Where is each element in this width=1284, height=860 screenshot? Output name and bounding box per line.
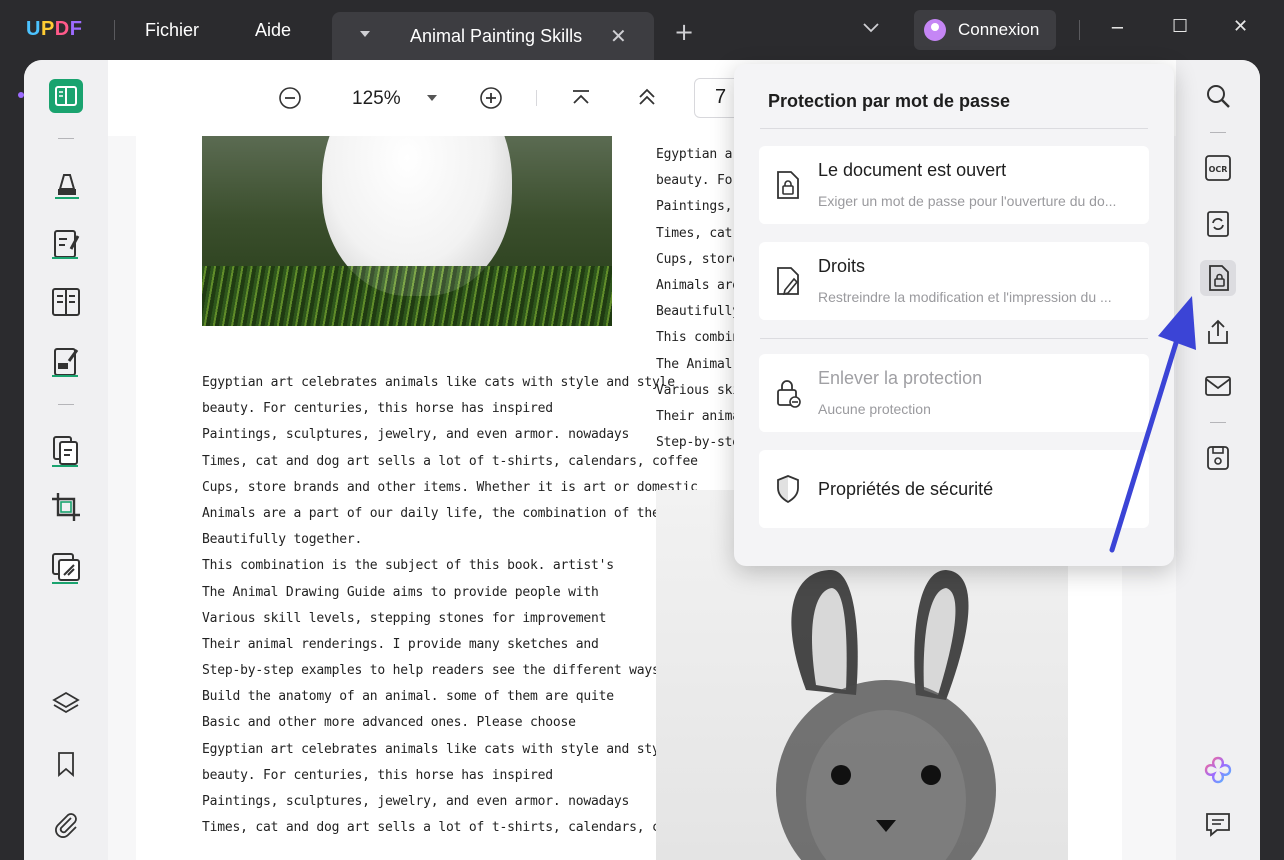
attachment-icon[interactable] (48, 806, 84, 842)
text-column-left: Egyptian art celebrates animals like cat… (202, 370, 698, 841)
sidebar-divider (1210, 132, 1226, 133)
comment-highlighter-icon[interactable] (48, 166, 84, 202)
sidebar-divider (58, 138, 74, 139)
open-password-option[interactable]: Le document est ouvert Exiger un mot de … (759, 146, 1149, 224)
tabs-list-chevron-icon[interactable] (862, 22, 880, 34)
svg-text:OCR: OCR (1209, 165, 1228, 174)
option-title: Le document est ouvert (818, 160, 1007, 180)
text-line: This combination is the subject of this … (202, 558, 614, 574)
convert-icon[interactable] (1200, 206, 1236, 242)
bookmark-icon[interactable] (48, 746, 84, 782)
option-title: Propriétés de sécurité (818, 479, 994, 499)
document-lock-icon (777, 171, 799, 199)
option-subtitle: Restreindre la modification et l'impress… (818, 289, 1112, 305)
reader-icon[interactable] (48, 78, 84, 114)
password-protection-menu: Protection par mot de passe Le document … (734, 64, 1174, 566)
zoom-out-icon[interactable] (278, 86, 302, 110)
login-button[interactable]: Connexion (914, 10, 1056, 50)
layers-icon[interactable] (48, 686, 84, 722)
text-line: Paintings, sculptures, jewelry, and even… (202, 794, 630, 809)
zoom-dropdown-icon[interactable] (426, 94, 438, 102)
previous-page-icon[interactable] (636, 86, 658, 108)
ai-assistant-icon[interactable] (1200, 752, 1236, 788)
unlock-remove-icon (777, 380, 801, 408)
text-line: Paintings, sculptures, jewelry, and even… (202, 427, 630, 443)
menu-divider (760, 338, 1148, 339)
fill-sign-icon[interactable] (48, 344, 84, 380)
menu-title: Protection par mot de passe (768, 91, 1011, 111)
protect-icon[interactable] (1200, 260, 1236, 296)
sidebar-divider (58, 404, 74, 405)
menu-help[interactable]: Aide (255, 20, 291, 41)
zoom-level[interactable]: 125% (352, 88, 401, 110)
menu-divider (760, 128, 1148, 129)
remove-protection-option[interactable]: Enlever la protection Aucune protection (759, 354, 1149, 432)
title-separator (114, 20, 115, 40)
text-line: Times, cat and dog art sells a lot of t-… (202, 820, 698, 836)
permissions-option[interactable]: Droits Restreindre la modification et l'… (759, 242, 1149, 320)
option-title: Droits (818, 256, 866, 276)
tab-close-icon[interactable]: ✕ (610, 24, 627, 48)
document-edit-icon (777, 267, 799, 296)
text-line: Animals are a part of our daily life, th… (202, 505, 691, 521)
title-bar: UPDF Fichier Aide Animal Painting Skills… (0, 0, 1284, 62)
mail-icon[interactable] (1200, 368, 1236, 404)
page-tools-icon[interactable] (48, 550, 84, 586)
text-line: Step-by-step examples to help readers se… (202, 663, 660, 679)
shield-icon (777, 475, 799, 504)
zoom-in-icon[interactable] (479, 86, 503, 110)
maximize-icon[interactable]: ☐ (1172, 18, 1188, 36)
text-line: beauty. For centuries, this horse has in… (202, 767, 553, 783)
document-tab[interactable]: Animal Painting Skills ✕ (332, 12, 654, 62)
text-line: Beautifully together. (202, 532, 363, 548)
text-line: Various skill levels, stepping stones fo… (202, 610, 607, 626)
comments-panel-icon[interactable] (1200, 806, 1236, 842)
tab-title: Animal Painting Skills (410, 26, 583, 46)
close-window-icon[interactable]: ✕ (1233, 18, 1248, 36)
menu-file[interactable]: Fichier (145, 20, 199, 41)
option-title: Enlever la protection (818, 368, 983, 388)
left-sidebar (24, 60, 108, 860)
rabbit-photo (202, 136, 612, 326)
text-line: The Animal Drawing Guide aims to provide… (202, 584, 599, 600)
text-line: Build the anatomy of an animal. some of … (202, 689, 614, 705)
toolbar-divider (536, 90, 537, 106)
text-line: beauty. For centuries, this horse has in… (202, 401, 553, 417)
right-sidebar: OCR (1176, 60, 1260, 860)
text-line: Cups, store brands and other items. Whet… (202, 479, 698, 495)
search-icon[interactable] (1200, 78, 1236, 114)
app-logo: UPDF (26, 18, 83, 40)
minimize-icon[interactable]: ─ (1112, 20, 1123, 38)
text-line: Egyptian art celebrates animals like cat… (202, 741, 675, 757)
text-line: Egyptian art celebrates animals like cat… (202, 375, 675, 390)
tab-dropdown-icon[interactable] (360, 31, 370, 37)
crop-icon[interactable] (48, 490, 84, 526)
option-subtitle: Exiger un mot de passe pour l'ouverture … (818, 193, 1117, 209)
avatar-icon (924, 19, 946, 41)
security-properties-option[interactable]: Propriétés de sécurité (759, 450, 1149, 528)
text-line: Times, cat and dog art sells a lot of t-… (202, 453, 698, 469)
sidebar-divider (1210, 422, 1226, 423)
organize-pages-icon[interactable] (48, 432, 84, 468)
login-label: Connexion (958, 20, 1040, 39)
text-line: Their animal renderings. I provide many … (202, 636, 599, 652)
first-page-icon[interactable] (570, 88, 592, 108)
text-line: Basic and other more advanced ones. Plea… (202, 715, 576, 731)
option-subtitle: Aucune protection (818, 401, 931, 417)
title-separator (1079, 20, 1080, 40)
form-icon[interactable] (48, 284, 84, 320)
edit-pdf-icon[interactable] (48, 226, 84, 262)
ocr-icon[interactable]: OCR (1200, 150, 1236, 186)
save-icon[interactable] (1200, 440, 1236, 476)
new-tab-icon[interactable]: + (674, 20, 694, 44)
share-icon[interactable] (1200, 314, 1236, 350)
